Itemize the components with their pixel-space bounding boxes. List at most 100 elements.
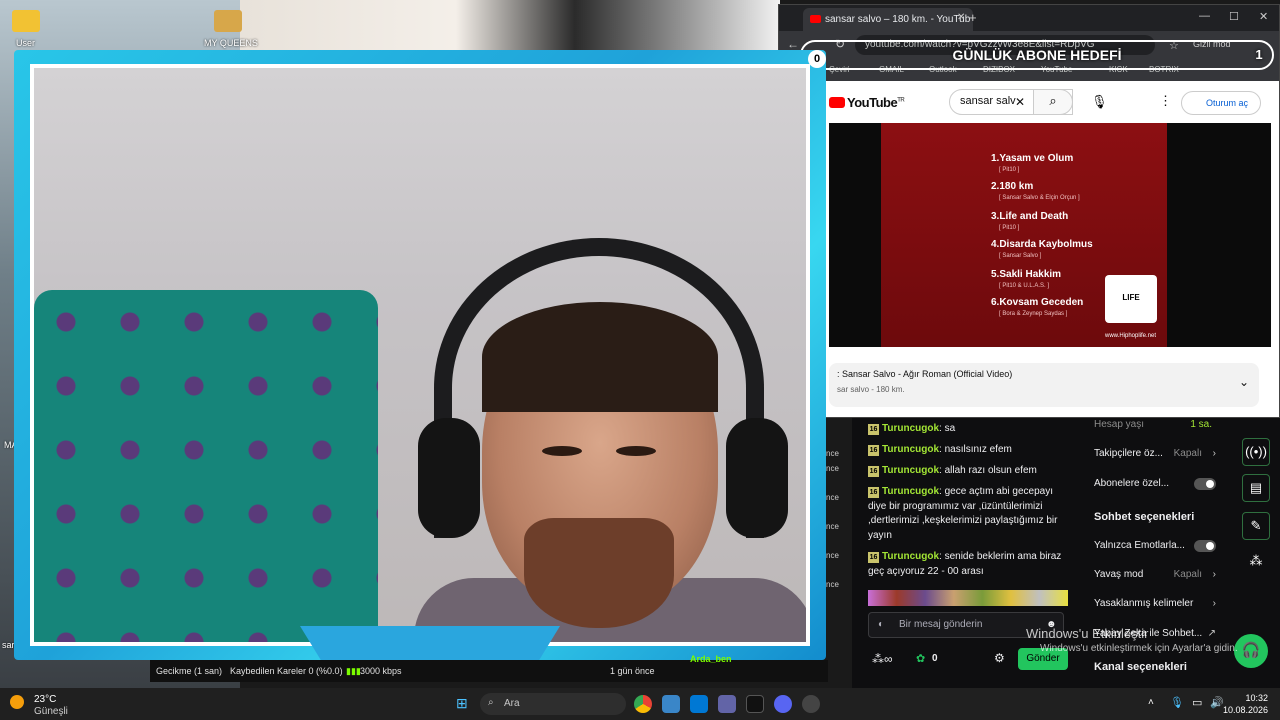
settings-label: Hesap yaşı [1094, 419, 1145, 430]
broadcast-icon[interactable]: ((•)) [1242, 438, 1270, 466]
sun-icon [10, 695, 24, 709]
album-track: 5.Sakli Hakkim [991, 269, 1062, 280]
epic-games-icon[interactable] [746, 695, 764, 713]
close-window-icon[interactable]: ✕ [1259, 10, 1268, 23]
chat-message: 16 Turuncugok: allah razı olsun efem [868, 464, 1074, 479]
youtube-logo[interactable]: YouTubeTR [829, 95, 905, 110]
settings-label: Yalnızca Emotlarla... [1094, 540, 1185, 551]
signal-icon: ▮▮▮ [346, 666, 361, 676]
time: 10:32 [1245, 693, 1268, 703]
discord-icon[interactable] [774, 695, 792, 713]
community-icon[interactable]: ⁂ [1242, 548, 1270, 576]
app-icon[interactable] [662, 695, 680, 713]
more-options-icon[interactable]: ⋮ [1159, 93, 1172, 109]
headphone-earcup [726, 418, 788, 538]
chat-username[interactable]: Turuncugok [882, 465, 939, 476]
video-player[interactable]: 1.Yasam ve Olum [ Pit10 ] 2.180 km [ San… [829, 123, 1271, 347]
microphone-icon[interactable]: 🎙 [1170, 696, 1184, 709]
subscriber-badge: 16 [868, 466, 879, 477]
chat-text: : nasılsınız efem [939, 444, 1012, 455]
folder-icon[interactable] [214, 10, 242, 32]
new-tab-icon[interactable]: + [969, 10, 977, 25]
webcam-feed [34, 68, 806, 642]
search-icon[interactable]: ⌕ [1033, 89, 1073, 115]
daily-subscriber-goal: GÜNLÜK ABONE HEDEFİ 1 [800, 40, 1274, 70]
chevron-down-icon[interactable]: ⌄ [1239, 375, 1249, 389]
headphones-icon [434, 238, 764, 538]
playlist-title: : Sansar Salvo - Ağır Roman (Official Vi… [837, 369, 1013, 379]
youtube-favicon-icon [810, 15, 821, 23]
microphone-icon[interactable]: 🎙 [1091, 94, 1108, 110]
settings-row-subscribers[interactable]: Abonelere özel... [1094, 478, 1226, 490]
clipboard-icon[interactable]: ▤ [1242, 474, 1270, 502]
minimize-icon[interactable]: — [1199, 10, 1210, 22]
playlist-card[interactable]: : Sansar Salvo - Ağır Roman (Official Vi… [829, 363, 1259, 407]
clock[interactable]: 10:32 10.08.2026 [1223, 692, 1268, 716]
community-icon[interactable]: ⁂∞ [872, 652, 893, 666]
side-label: nce [826, 464, 839, 473]
chat-username[interactable]: Turuncugok [882, 444, 939, 455]
teams-icon[interactable] [718, 695, 736, 713]
goal-label: GÜNLÜK ABONE HEDEFİ [952, 47, 1122, 63]
signin-label: Oturum aç [1206, 98, 1249, 108]
subscriber-badge: 16 [868, 487, 879, 498]
chat-message: 16 Turuncugok: sa [868, 422, 1074, 437]
side-panel-labels: nce nce nce nce nce nce [826, 446, 846, 592]
album-track-credit: [ Pit10 & U.L.A.S. ] [999, 283, 1050, 289]
chat-text: : sa [939, 423, 956, 434]
settings-row-followers[interactable]: Takipçilere öz... Kapalı › [1094, 448, 1226, 459]
subscriber-badge: 16 [868, 552, 879, 563]
chat-username[interactable]: Turuncugok [882, 486, 939, 497]
album-track-credit: [ Pit10 ] [999, 167, 1020, 173]
goal-count: 1 [1255, 47, 1263, 62]
browser-tab[interactable]: sansar salvo – 180 km. - YouTub [803, 8, 973, 31]
chevron-right-icon: › [1212, 598, 1216, 609]
chat-settings-icon[interactable]: ◐ [878, 619, 884, 630]
close-tab-icon[interactable]: ✕ [957, 12, 965, 23]
weather-description: Güneşli [34, 706, 68, 717]
settings-label: Yasaklanmış kelimeler [1094, 598, 1194, 609]
album-track: 2.180 km [991, 181, 1034, 192]
viewer-name[interactable]: Arda_ben [690, 654, 732, 664]
wrench-icon[interactable]: ✎ [1242, 512, 1270, 540]
desktop-icon-label: MY QUEENS [204, 38, 258, 48]
playlist-subtitle: sar salvo - 180 km. [837, 385, 905, 394]
album-track-credit: [ Sansar Salvo & Elçin Orçun ] [999, 195, 1080, 201]
emote-bar[interactable] [868, 590, 1068, 606]
settings-row-emote-only[interactable]: Yalnızca Emotlarla... [1094, 540, 1226, 552]
outlook-icon[interactable] [690, 695, 708, 713]
youtube-header: YouTubeTR sansar salv ✕ ⌕ 🎙 ⋮ Oturum aç [779, 81, 1279, 123]
corner-counter: 0 [808, 50, 826, 68]
taskbar-search-input[interactable]: Ara [480, 693, 626, 715]
back-icon[interactable]: ← [787, 37, 799, 51]
bitrate-label: 3000 kbps [360, 666, 402, 676]
obs-icon[interactable] [802, 695, 820, 713]
chevron-up-icon[interactable]: ˄ [1148, 697, 1154, 708]
desktop-icon-label: sar [2, 640, 15, 650]
folder-icon[interactable] [12, 10, 40, 32]
temperature: 23°C [34, 694, 57, 705]
emote-only-toggle[interactable] [1194, 540, 1216, 552]
settings-row-account-age[interactable]: Hesap yaşı 1 sa. [1094, 419, 1226, 430]
gear-icon[interactable]: ⚙ [994, 651, 1005, 665]
album-track: 4.Disarda Kaybolmus [991, 239, 1093, 250]
time-ago-label: 1 gün önce [610, 666, 655, 676]
settings-row-slow-mode[interactable]: Yavaş mod Kapalı › [1094, 569, 1226, 580]
chrome-icon[interactable] [634, 695, 652, 713]
volume-icon[interactable]: 🔊 [1210, 696, 1224, 709]
subscribers-only-toggle[interactable] [1194, 478, 1216, 490]
youtube-logo-text: YouTube [847, 95, 898, 110]
windows-start-icon[interactable]: ⊞ [456, 695, 468, 712]
settings-label: Yavaş mod [1094, 569, 1144, 580]
clear-search-icon[interactable]: ✕ [1015, 95, 1025, 109]
chat-username[interactable]: Turuncugok [882, 551, 939, 562]
desktop-photo-strip [240, 0, 780, 52]
chat-username[interactable]: Turuncugok [882, 423, 939, 434]
maximize-icon[interactable]: ☐ [1229, 10, 1239, 23]
side-label: nce [826, 551, 839, 560]
settings-row-banned-words[interactable]: Yasaklanmış kelimeler › [1094, 598, 1226, 609]
headset-icon[interactable]: 🎧 [1234, 634, 1268, 668]
tab-title: sansar salvo – 180 km. - YouTub [825, 14, 971, 25]
network-icon[interactable]: ▭ [1192, 696, 1202, 709]
signin-button[interactable]: Oturum aç [1181, 91, 1261, 115]
